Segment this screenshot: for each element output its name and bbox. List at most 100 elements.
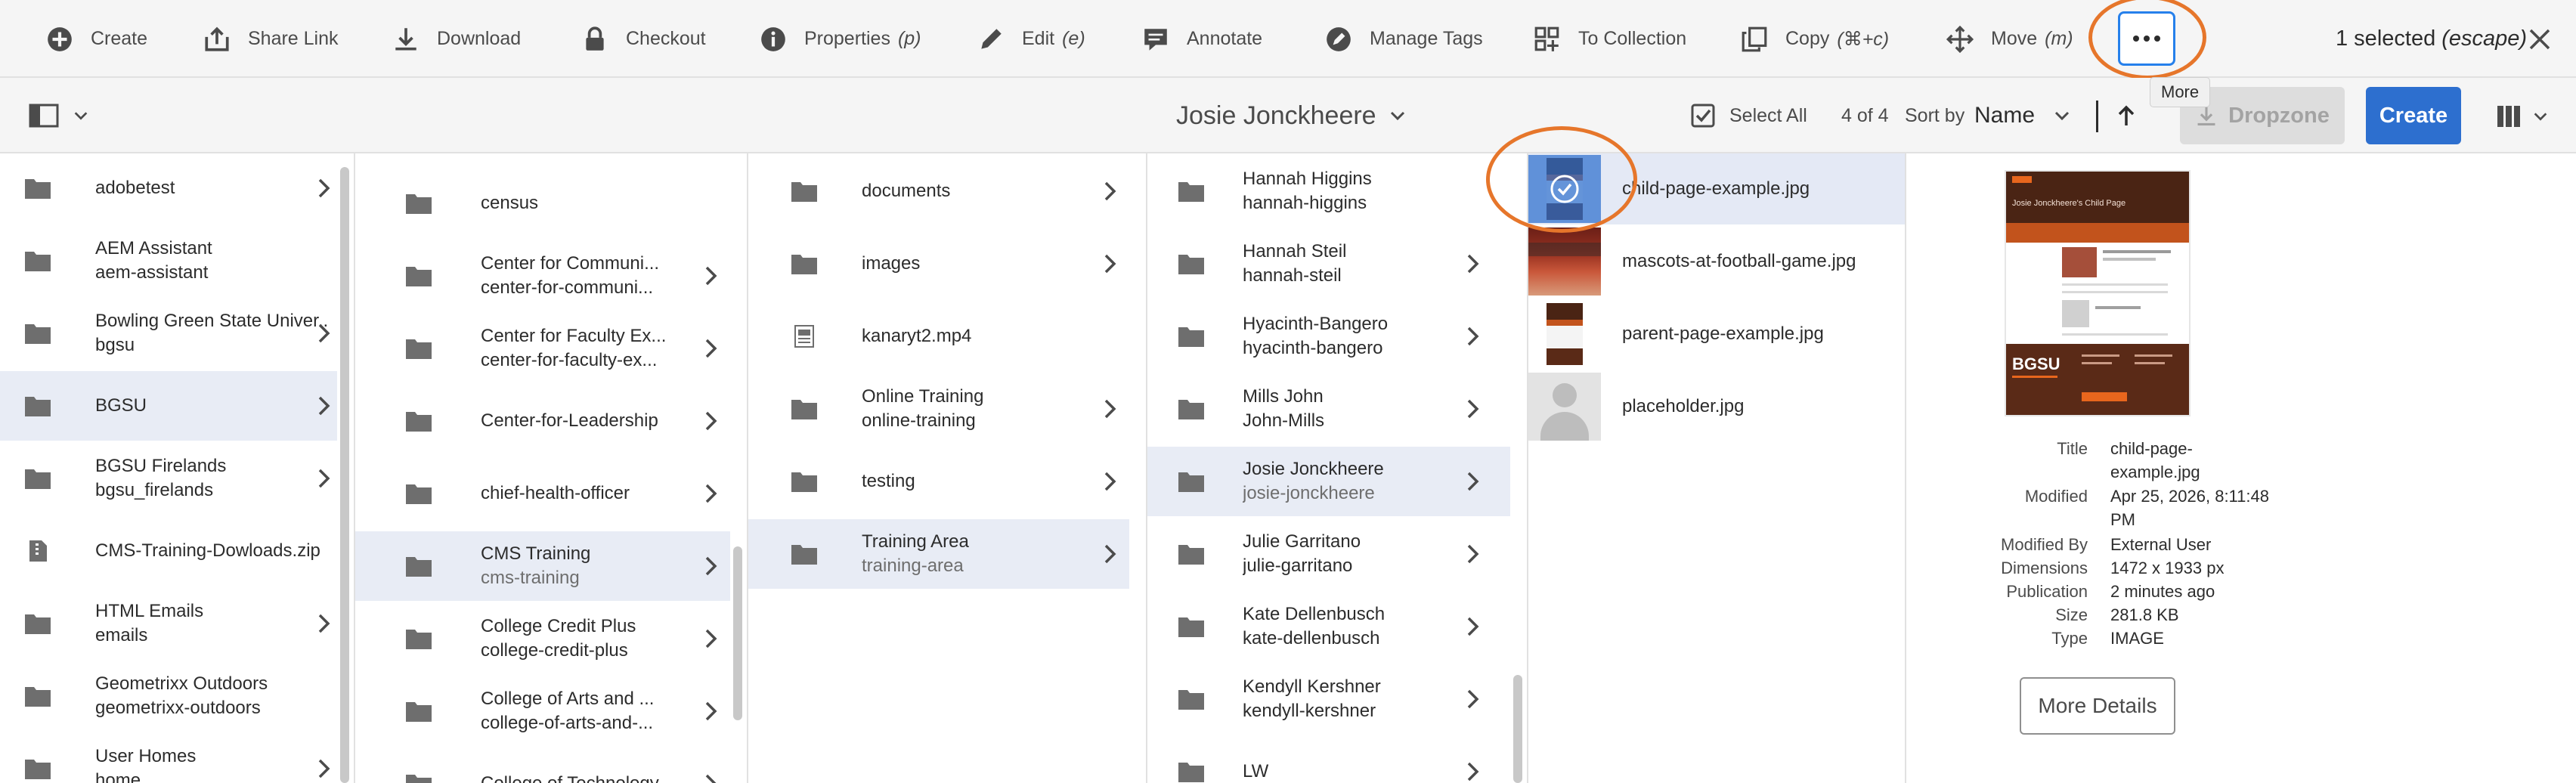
row-title: kanaryt2.mp4 — [862, 326, 972, 346]
folder-row[interactable]: Kate Dellenbusch kate-dellenbusch — [1147, 592, 1510, 661]
copy-icon — [1742, 26, 1767, 51]
chevron-right-icon — [705, 556, 717, 576]
folder-row[interactable]: Center-for-Leadership — [355, 386, 730, 456]
asset-row[interactable]: parent-page-example.jpg — [1528, 299, 1905, 370]
folder-row[interactable]: BGSU — [0, 371, 337, 441]
selection-count: 1 selected (escape) — [2336, 0, 2527, 78]
row-title: testing — [862, 471, 915, 491]
folder-row[interactable]: Hannah Higgins hannah-higgins — [1147, 156, 1510, 226]
preview-text-line — [2062, 291, 2168, 293]
create-action-button[interactable]: Create — [45, 0, 147, 78]
folder-row[interactable]: Bowling Green State Univer... bgsu — [0, 299, 337, 368]
folder-row[interactable]: Hannah Steil hannah-steil — [1147, 229, 1510, 299]
folder-icon — [25, 614, 51, 634]
folder-row[interactable]: Training Area training-area — [748, 519, 1129, 589]
folder-icon — [1178, 472, 1204, 492]
folder-row[interactable]: College Credit Plus college-credit-plus — [355, 604, 730, 673]
create-button[interactable]: Create — [2366, 87, 2461, 144]
folder-row[interactable]: documents — [748, 156, 1129, 226]
folder-row[interactable]: images — [748, 229, 1129, 299]
annotate-button[interactable]: Annotate — [1141, 0, 1262, 78]
row-title: Kate Dellenbusch — [1243, 604, 1386, 624]
folder-icon — [1178, 545, 1204, 565]
rail-toggle-button[interactable] — [29, 104, 89, 128]
row-subtitle: geometrixx-outdoors — [95, 698, 261, 718]
chevron-down-icon — [2534, 113, 2547, 121]
asset-row[interactable]: mascots-at-football-game.jpg — [1528, 226, 1905, 297]
metadata-value: Apr 25, 2026, 8:11:48 PM — [2110, 487, 2269, 529]
metadata-value: 2 minutes ago — [2110, 582, 2215, 601]
row-text: Julie Garritano julie-garritano — [1243, 530, 1454, 578]
scrollbar[interactable] — [340, 167, 349, 783]
more-dot-icon — [2144, 36, 2150, 42]
action-bar: Create Share Link Download Checkout Prop… — [0, 0, 2576, 79]
folder-row[interactable]: Kendyll Kershner kendyll-kershner — [1147, 664, 1510, 734]
checkout-button[interactable]: Checkout — [581, 0, 706, 78]
thumb-body — [1547, 326, 1583, 348]
share-link-button[interactable]: Share Link — [203, 0, 339, 78]
folder-row[interactable]: AEM Assistant aem-assistant — [0, 226, 337, 296]
view-switcher[interactable] — [2496, 104, 2549, 129]
scrollbar[interactable] — [733, 546, 742, 720]
preview-text-line — [2062, 333, 2168, 336]
sort-ascending-icon[interactable] — [2113, 103, 2139, 128]
folder-row[interactable]: CMS Training cms-training — [355, 531, 730, 601]
folder-row[interactable]: Geometrixx Outdoors geometrixx-outdoors — [0, 661, 337, 731]
tag-icon — [1327, 26, 1351, 51]
folder-row[interactable]: census — [355, 169, 730, 238]
scrollbar[interactable] — [1513, 675, 1522, 783]
select-all-button[interactable]: Select All — [1690, 78, 1807, 153]
to-collection-button[interactable]: To Collection — [1533, 0, 1686, 78]
folder-row[interactable]: Online Training online-training — [748, 374, 1129, 444]
folder-row[interactable]: HTML Emails emails — [0, 589, 337, 658]
checkmark-circle-icon[interactable] — [1550, 174, 1580, 204]
folder-row[interactable]: College of Arts and ... college-of-arts-a… — [355, 676, 730, 746]
row-subtitle: cms-training — [481, 568, 580, 588]
folder-row[interactable]: chief-health-officer — [355, 459, 730, 528]
sort-select[interactable]: Name — [1974, 78, 2071, 153]
folder-row[interactable]: testing — [748, 447, 1129, 516]
photo-thumbnail — [1528, 227, 1601, 296]
folder-row[interactable]: adobetest — [0, 153, 337, 223]
row-text: HTML Emails emails — [95, 599, 330, 648]
move-button[interactable]: Move (m) — [1946, 0, 2073, 78]
asset-row[interactable]: placeholder.jpg — [1528, 371, 1905, 442]
column-2: census Center for Communi... center-for-co… — [355, 153, 748, 783]
properties-button[interactable]: Properties (p) — [759, 0, 921, 78]
folder-row[interactable]: College of Technology — [355, 749, 730, 783]
chevron-right-icon — [1104, 254, 1116, 274]
share-link-label: Share Link — [248, 28, 339, 49]
folder-row[interactable]: Center for Faculty Ex... center-for-facul… — [355, 314, 730, 383]
preview-footer-line — [2135, 362, 2165, 364]
folder-row[interactable]: Julie Garritano julie-garritano — [1147, 519, 1510, 589]
more-details-button[interactable]: More Details — [2020, 677, 2175, 735]
folder-row[interactable]: User Homes home — [0, 734, 337, 783]
file-row[interactable]: CMS-Training-Dowloads.zip — [0, 516, 337, 586]
folder-row[interactable]: Mills John John-Mills — [1147, 374, 1510, 444]
page-title[interactable]: Josie Jonckheere — [1176, 78, 1407, 153]
download-button[interactable]: Download — [392, 0, 521, 78]
avatar-placeholder-thumbnail — [1528, 373, 1601, 441]
folder-row[interactable]: LW — [1147, 737, 1510, 783]
collection-add-icon — [1534, 26, 1559, 51]
row-subtitle: kate-dellenbusch — [1243, 628, 1380, 648]
row-text: BGSU Firelands bgsu_firelands — [95, 454, 330, 503]
chevron-right-icon — [705, 411, 717, 431]
edit-button[interactable]: Edit (e) — [977, 0, 1085, 78]
file-row[interactable]: kanaryt2.mp4 — [748, 302, 1129, 371]
folder-row[interactable]: Josie Jonckheere josie-jonckheere — [1147, 447, 1510, 516]
asset-preview-panel: Josie Jonckheere's Child Page BGSU Title… — [1906, 153, 2576, 783]
row-subtitle: hannah-higgins — [1243, 193, 1367, 213]
copy-button[interactable]: Copy (⌘+c) — [1740, 0, 1889, 78]
preview-footer-button — [2082, 392, 2127, 401]
asset-row[interactable]: child-page-example.jpg — [1528, 153, 1905, 224]
more-button[interactable] — [2118, 11, 2175, 66]
close-icon[interactable] — [2526, 26, 2553, 53]
folder-row[interactable]: Center for Communi... center-for-communi.… — [355, 241, 730, 311]
manage-tags-button[interactable]: Manage Tags — [1324, 0, 1483, 78]
chevron-right-icon — [1467, 617, 1479, 636]
row-title: User Homes — [95, 746, 197, 766]
folder-row[interactable]: BGSU Firelands bgsu_firelands — [0, 444, 337, 513]
folder-row[interactable]: Hyacinth-Bangero hyacinth-bangero — [1147, 302, 1510, 371]
row-title: census — [481, 193, 539, 213]
